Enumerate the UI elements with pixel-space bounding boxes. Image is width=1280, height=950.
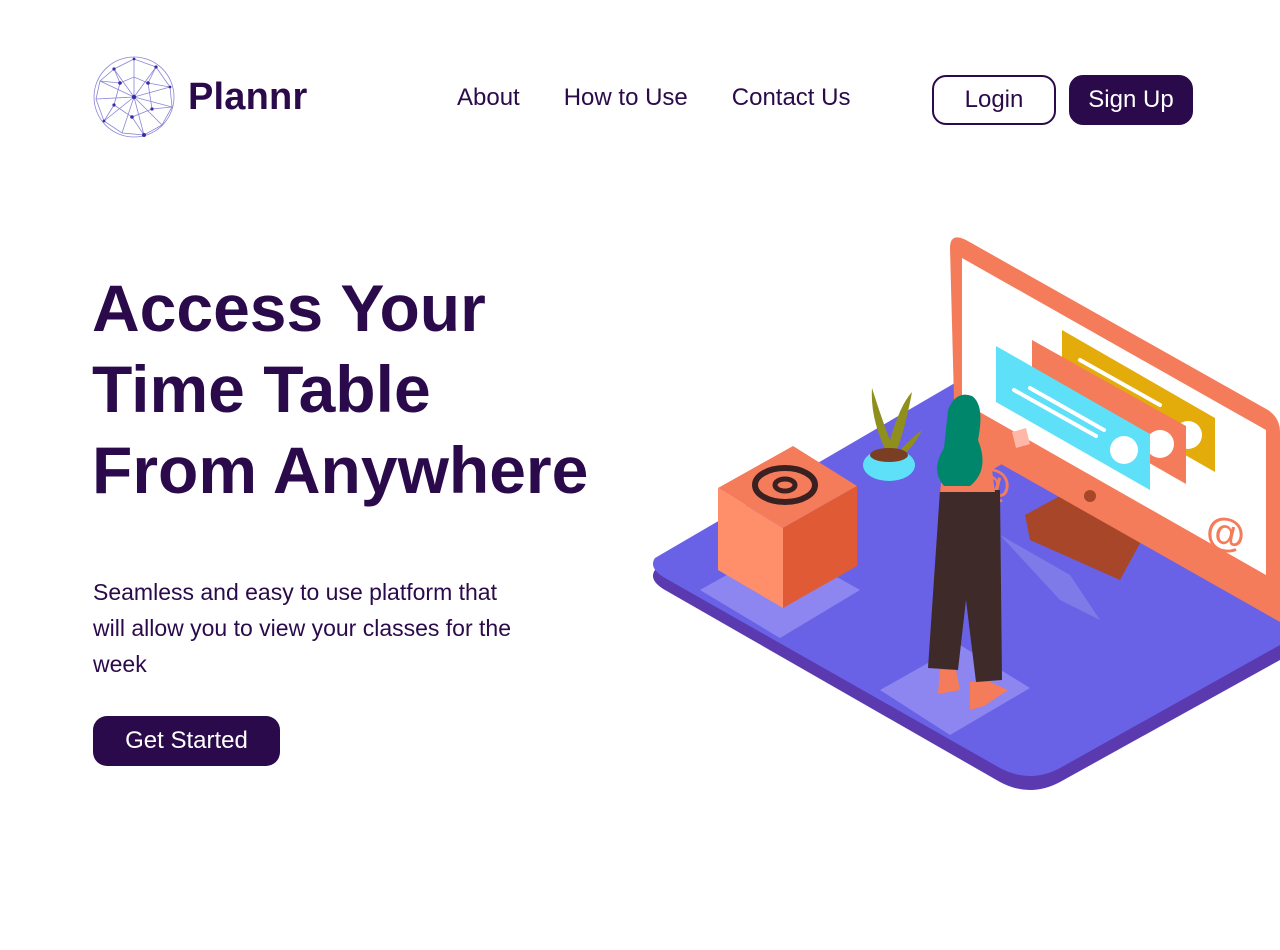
hero-title-line: From Anywhere xyxy=(92,433,589,507)
hero-title: Access Your Time Table From Anywhere xyxy=(92,268,612,511)
at-sign-icon: @ xyxy=(1206,507,1245,559)
hero-title-line: Time Table xyxy=(92,352,431,426)
hero-subtitle: Seamless and easy to use platform that w… xyxy=(93,579,511,677)
brand-name: Plannr xyxy=(188,75,308,118)
hero-illustration: @ @ xyxy=(652,237,1280,790)
brand-logo[interactable]: Plannr xyxy=(92,55,307,139)
get-started-button[interactable]: Get Started xyxy=(93,716,280,766)
signup-button[interactable]: Sign Up xyxy=(1069,75,1193,125)
hero-title-line: Access Your xyxy=(92,271,486,345)
nav-link-contact-us[interactable]: Contact Us xyxy=(732,84,851,112)
nav-link-about[interactable]: About xyxy=(457,84,520,112)
login-button[interactable]: Login xyxy=(932,75,1056,125)
globe-network-icon xyxy=(93,56,175,138)
main-nav: About How to Use Contact Us xyxy=(457,84,850,112)
nav-link-how-to-use[interactable]: How to Use xyxy=(564,84,688,112)
